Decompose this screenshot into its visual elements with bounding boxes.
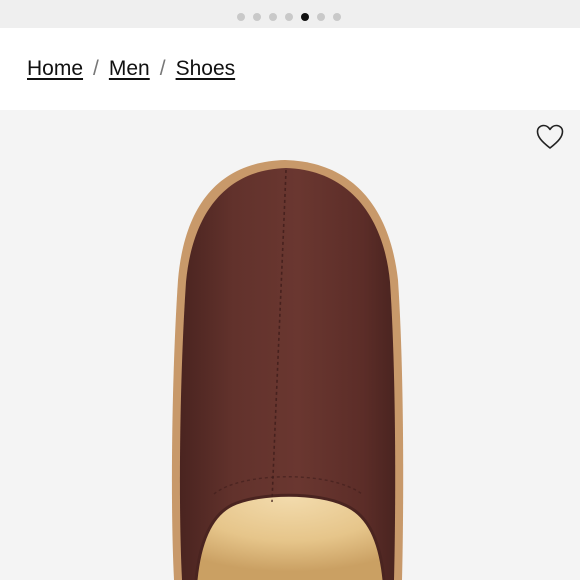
- carousel-dot-3[interactable]: [269, 13, 277, 21]
- carousel-dot-7[interactable]: [333, 13, 341, 21]
- carousel-dot-5-active[interactable]: [301, 13, 309, 21]
- breadcrumb-bar: Home / Men / Shoes: [0, 28, 580, 110]
- carousel-dot-1[interactable]: [237, 13, 245, 21]
- breadcrumb-separator: /: [159, 57, 166, 80]
- breadcrumb-home-link[interactable]: Home: [27, 57, 83, 81]
- breadcrumb: Home / Men / Shoes: [27, 57, 235, 81]
- carousel-dot-2[interactable]: [253, 13, 261, 21]
- product-image-area: [0, 110, 580, 580]
- breadcrumb-separator: /: [93, 57, 99, 80]
- carousel-pagination: [237, 13, 341, 21]
- product-image: [171, 160, 404, 580]
- carousel-header: [0, 0, 580, 28]
- carousel-dot-6[interactable]: [317, 13, 325, 21]
- carousel-dot-4[interactable]: [285, 13, 293, 21]
- breadcrumb-shoes-link[interactable]: Shoes: [176, 57, 236, 81]
- breadcrumb-men-link[interactable]: Men: [109, 57, 150, 81]
- heart-outline-icon[interactable]: [536, 124, 564, 150]
